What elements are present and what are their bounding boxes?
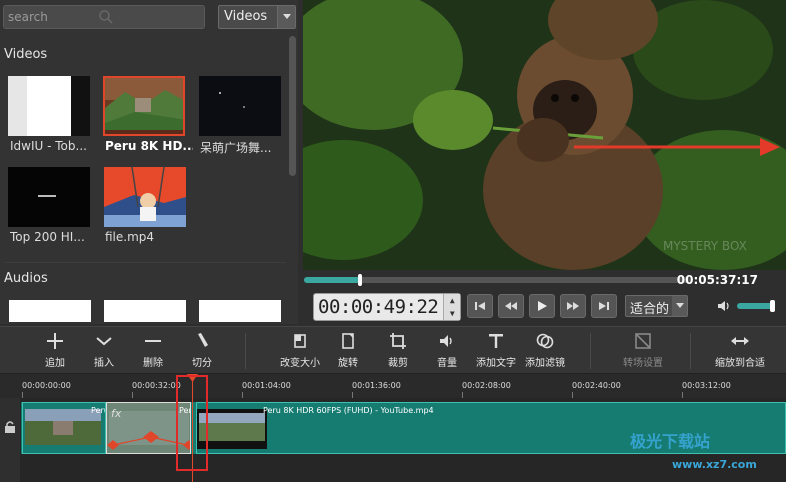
scrub-progress — [304, 277, 360, 283]
rewind-button[interactable] — [498, 294, 524, 318]
fast-forward-button[interactable] — [560, 294, 586, 318]
library-divider — [4, 262, 286, 263]
ruler-corner — [0, 374, 20, 398]
audio-thumbnail-2[interactable] — [104, 300, 186, 322]
total-duration: 00:05:37:17 — [676, 273, 758, 287]
volume-icon[interactable] — [717, 299, 731, 313]
transition-icon — [635, 333, 651, 349]
ruler-tick-label: 00:02:40:00 — [572, 381, 621, 390]
watermark-url: www.xz7.com — [672, 458, 757, 471]
skip-end-icon — [599, 302, 609, 310]
transport-bar: 00:00:49:22 ▲ ▼ 适合的 — [303, 292, 786, 324]
video-label-5: file.mp4 — [105, 230, 155, 244]
crop-icon — [390, 333, 406, 349]
video-thumbnail-2[interactable] — [103, 76, 185, 136]
speaker-icon — [440, 335, 452, 347]
fit-arrows-icon — [731, 337, 749, 345]
library-scrollbar[interactable] — [289, 36, 296, 176]
ruler-tick-label: 00:00:00:00 — [22, 381, 71, 390]
preview-overlay-text: MYSTERY BOX — [663, 239, 747, 253]
search-field[interactable] — [3, 5, 205, 29]
scrub-track[interactable] — [304, 274, 690, 286]
ruler-tick-label: 00:00:32:00 — [132, 381, 181, 390]
add-filter-label: 添加滤镜 — [525, 358, 565, 369]
minus-icon — [145, 340, 161, 342]
audio-thumbnail-3[interactable] — [199, 300, 281, 322]
stepper-down-icon[interactable]: ▼ — [444, 307, 460, 320]
video-thumbnail-5[interactable] — [104, 167, 186, 227]
skip-to-end-button[interactable] — [591, 294, 617, 318]
fast-forward-icon — [567, 302, 579, 310]
video-thumbnail-3[interactable] — [199, 76, 281, 136]
zoom-value: 适合的 — [630, 302, 670, 317]
chevron-down-icon — [672, 296, 687, 316]
video-label-2: Peru 8K HD... — [105, 139, 193, 153]
video-thumbnail-1[interactable] — [8, 76, 90, 136]
timecode-field[interactable]: 00:00:49:22 ▲ ▼ — [313, 293, 461, 321]
volume-handle[interactable] — [770, 300, 775, 312]
media-type-select[interactable]: Videos — [218, 5, 296, 29]
zoom-select[interactable]: 适合的 — [625, 295, 688, 317]
skip-to-start-button[interactable] — [467, 294, 493, 318]
volume-slider[interactable] — [737, 300, 775, 312]
video-label-4: Top 200 HI... — [10, 230, 85, 244]
play-icon — [538, 301, 547, 311]
ruler-tick-label: 00:01:36:00 — [352, 381, 401, 390]
track-header — [0, 398, 20, 482]
plus-icon — [47, 333, 63, 349]
toolbar-separator — [590, 333, 591, 369]
chevron-down-icon — [277, 6, 295, 28]
rotate-icon — [342, 333, 354, 349]
transition-label: 转场设置 — [623, 358, 663, 369]
clip-title-short: Peru — [91, 406, 105, 415]
play-button[interactable] — [529, 294, 555, 318]
text-icon — [489, 334, 503, 348]
swing-thumbnail-image — [104, 167, 186, 227]
video-thumbnail-4[interactable] — [8, 167, 90, 227]
split-button[interactable]: 切分 — [172, 331, 232, 369]
resize-icon — [294, 334, 306, 348]
timecode-value: 00:00:49:22 — [318, 296, 439, 318]
chevron-down-icon — [96, 337, 112, 346]
zoom-to-fit-label: 缩放到合适 — [715, 358, 765, 369]
timecode-stepper[interactable]: ▲ ▼ — [443, 294, 460, 320]
scrub-handle[interactable] — [357, 274, 362, 286]
skip-start-icon — [475, 302, 485, 310]
lock-icon[interactable] — [3, 420, 17, 434]
peru-thumbnail-image — [105, 78, 183, 134]
stepper-up-icon[interactable]: ▲ — [444, 294, 460, 307]
split-label: 切分 — [192, 358, 212, 369]
audios-heading: Audios — [4, 271, 48, 286]
audio-thumbnail-1[interactable] — [9, 300, 91, 322]
edit-toolbar: 追加 插入 删除 切分 改变大小 旋转 裁剪 音量 添加文字 添加滤镜 转场设置… — [0, 326, 786, 374]
toolbar-separator — [690, 333, 691, 369]
scrub-bar[interactable]: 00:05:37:17 — [303, 270, 786, 292]
video-label-3: 呆萌广场舞... — [200, 141, 272, 155]
clip-title: Peru 8K HDR 60FPS (FUHD) - YouTube.mp4 — [263, 406, 434, 415]
preview-frame-image: MYSTERY BOX — [303, 0, 786, 270]
app-window: Videos Videos IdwIU - Tob... Peru 8K HD.… — [0, 0, 786, 482]
timeline-ruler[interactable]: 00:00:00:00 00:00:32:00 00:01:04:00 00:0… — [0, 374, 786, 398]
annotation-highlight-box — [176, 375, 208, 471]
timeline-clip-1[interactable]: Peru — [22, 402, 106, 454]
media-library: Videos Videos IdwIU - Tob... Peru 8K HD.… — [0, 0, 298, 324]
transition-settings-button[interactable]: 转场设置 — [613, 331, 673, 369]
annotation-arrow-icon — [574, 138, 780, 156]
toolbar-separator — [245, 333, 246, 369]
ruler-tick-label: 00:01:04:00 — [242, 381, 291, 390]
watermark-text: 极光下载站 — [630, 432, 711, 451]
razor-icon — [198, 333, 208, 347]
fx-badge[interactable]: fx — [111, 407, 121, 420]
ruler-tick-label: 00:03:12:00 — [682, 381, 731, 390]
media-type-value: Videos — [224, 9, 268, 24]
filter-icon — [536, 333, 554, 349]
rewind-icon — [505, 302, 517, 310]
video-label-1: IdwIU - Tob... — [10, 139, 87, 153]
videos-heading: Videos — [4, 47, 48, 62]
video-preview[interactable]: MYSTERY BOX — [303, 0, 786, 270]
search-icon — [99, 10, 113, 24]
ruler-tick-label: 00:02:08:00 — [462, 381, 511, 390]
add-filter-button[interactable]: 添加滤镜 — [515, 331, 575, 369]
zoom-to-fit-button[interactable]: 缩放到合适 — [710, 331, 770, 369]
